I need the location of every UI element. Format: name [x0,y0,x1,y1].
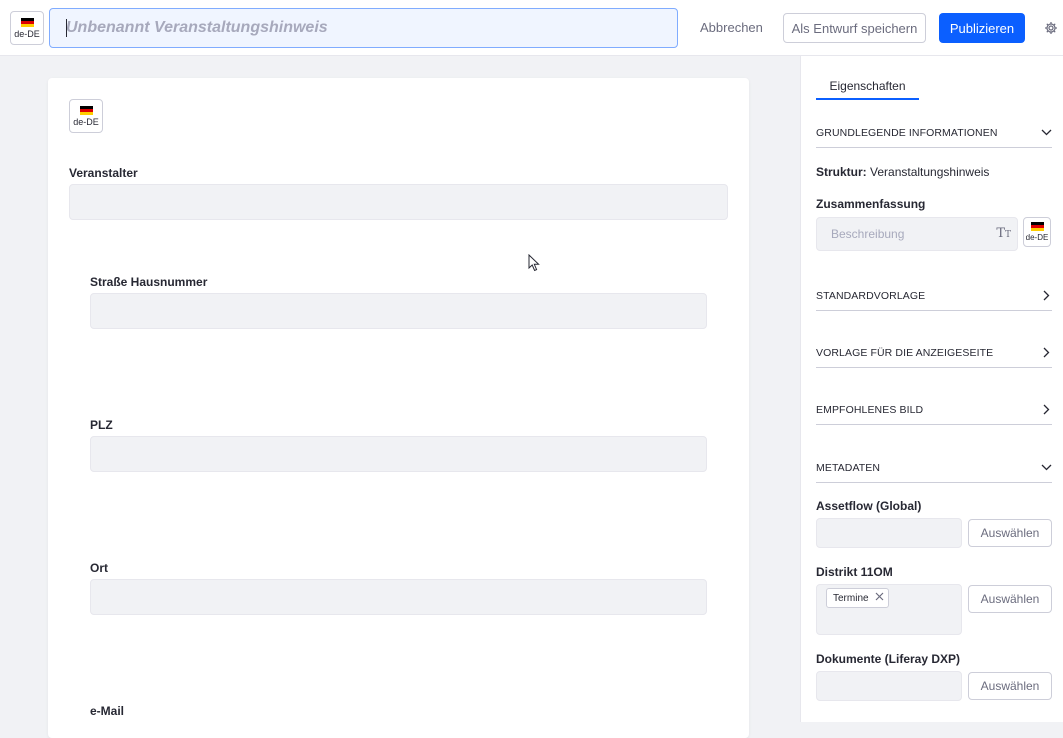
structure-info: Struktur: Veranstaltungshinweis [816,165,989,179]
form-locale-label: de-DE [73,116,99,127]
field-label-veranstalter: Veranstalter [69,166,138,180]
summary-label: Zusammenfassung [816,197,926,211]
chevron-down-icon [1040,127,1052,139]
select-button-assetflow[interactable]: Auswählen [968,519,1052,547]
german-flag-icon [1030,222,1044,231]
top-toolbar: de-DE Abbrechen Als Entwurf speichern Pu… [0,0,1063,56]
panel-metadata-title: METADATEN [816,461,881,474]
cancel-button[interactable]: Abbrechen [692,13,771,43]
chevron-down-icon [1040,462,1052,474]
summary-input[interactable]: Beschreibung TT [816,217,1018,251]
close-icon[interactable] [875,592,884,604]
title-input[interactable] [49,8,678,48]
field-label-email: e-Mail [90,704,125,718]
chevron-right-icon [1040,290,1052,302]
summary-locale-label: de-DE [1025,233,1049,242]
vocabulary-label-distrikt: Distrikt 11OM [816,565,893,579]
panel-display-page-template-header[interactable]: VORLAGE FÜR DIE ANZEIGESEITE [816,338,1052,368]
vocabulary-input-dokumente[interactable] [816,671,962,701]
save-draft-button[interactable]: Als Entwurf speichern [783,13,926,43]
summary-locale-button[interactable]: de-DE [1023,217,1051,247]
properties-sidebar: Eigenschaften GRUNDLEGENDE INFORMATIONEN… [800,56,1063,722]
panel-basic-info-header[interactable]: GRUNDLEGENDE INFORMATIONEN [816,118,1052,148]
field-label-strasse: Straße Hausnummer [90,275,208,289]
vocabulary-label-assetflow: Assetflow (Global) [816,499,922,513]
vocabulary-label-dokumente: Dokumente (Liferay DXP) [816,652,961,666]
field-label-ort: Ort [90,561,108,575]
category-tag-chip: Termine [826,588,889,608]
category-tag-label: Termine [833,592,869,604]
mouse-cursor-icon [528,254,540,272]
gear-icon[interactable] [1042,19,1060,37]
form-locale-selector-button[interactable]: de-DE [69,99,103,133]
locale-selector-button[interactable]: de-DE [10,11,44,45]
content-form-card: de-DE Veranstalter Straße Hausnummer PLZ… [48,78,749,738]
select-button-dokumente[interactable]: Auswählen [968,672,1052,700]
chevron-right-icon [1040,347,1052,359]
panel-basic-info-title: GRUNDLEGENDE INFORMATIONEN [816,126,998,139]
panel-metadata-header[interactable]: METADATEN [816,453,1052,483]
text-format-icon[interactable]: TT [996,218,1011,251]
panel-default-template-header[interactable]: STANDARDVORLAGE [816,281,1052,311]
tab-eigenschaften[interactable]: Eigenschaften [816,72,919,100]
panel-featured-image-header[interactable]: EMPFOHLENES BILD [816,395,1052,425]
field-label-plz: PLZ [90,418,113,432]
chevron-right-icon [1040,404,1052,416]
panel-featured-image-title: EMPFOHLENES BILD [816,403,924,416]
panel-default-template-title: STANDARDVORLAGE [816,289,926,302]
locale-label: de-DE [14,28,40,39]
summary-placeholder: Beschreibung [831,227,905,241]
panel-display-page-template-title: VORLAGE FÜR DIE ANZEIGESEITE [816,346,994,359]
structure-value: Veranstaltungshinweis [870,165,990,179]
field-input-veranstalter[interactable] [69,184,728,220]
structure-label: Struktur: [816,165,867,179]
german-flag-icon [79,105,93,115]
vocabulary-input-assetflow[interactable] [816,518,962,548]
german-flag-icon [20,17,34,27]
field-input-ort[interactable] [90,579,707,615]
field-input-strasse[interactable] [90,293,707,329]
select-button-distrikt[interactable]: Auswählen [968,585,1052,613]
field-input-plz[interactable] [90,436,707,472]
text-caret [66,19,67,37]
publish-button[interactable]: Publizieren [939,13,1025,43]
